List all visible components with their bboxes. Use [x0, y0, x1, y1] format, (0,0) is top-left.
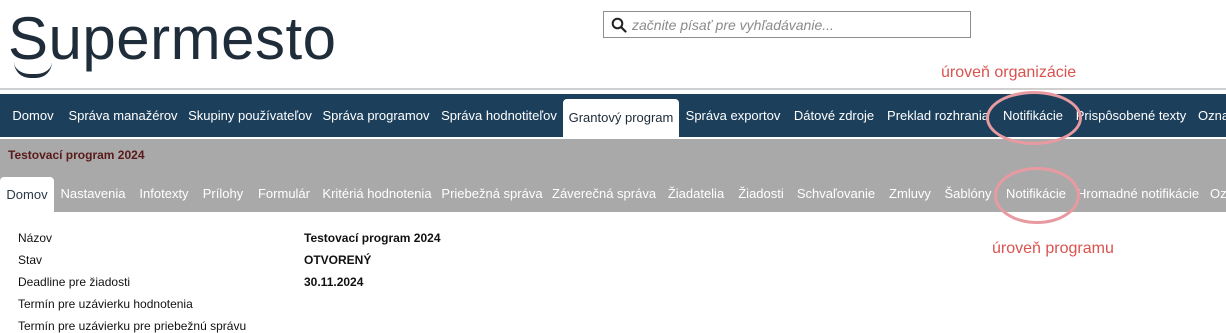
main-nav-item-domov[interactable]: Domov: [4, 94, 62, 137]
detail-value: OTVORENÝ: [304, 253, 372, 267]
main-nav-item-preklad-rozhrania[interactable]: Preklad rozhrania: [885, 94, 991, 137]
sub-nav-item-ziadosti[interactable]: Žiadosti: [735, 172, 787, 212]
annotation-program-level: úroveň programu: [992, 240, 1114, 257]
detail-label: Termín pre uzávierku hodnotenia: [18, 297, 193, 311]
logo[interactable]: Supermesto: [8, 6, 337, 72]
search-input[interactable]: [632, 14, 962, 35]
header-divider: [0, 88, 1226, 90]
sub-nav-item-sablony[interactable]: Šablóny: [942, 172, 994, 212]
highlight-ellipse-organization: [986, 91, 1082, 145]
sub-nav-item-formular[interactable]: Formulár: [255, 172, 313, 212]
detail-label: Stav: [18, 253, 43, 267]
sub-nav-item-nastavenia[interactable]: Nastavenia: [59, 172, 127, 212]
search-box[interactable]: [603, 11, 971, 38]
sub-nav-item-priebezna-sprava[interactable]: Priebežná správa: [440, 172, 544, 212]
search-icon: [611, 17, 627, 33]
detail-label: Názov: [18, 231, 53, 245]
sub-nav-item-oz[interactable]: Oz: [1210, 172, 1226, 212]
sub-nav-item-zaverecna-sprava[interactable]: Záverečná správa: [552, 172, 656, 212]
sub-nav-item-domov[interactable]: Domov: [0, 177, 54, 212]
main-nav-item-grantovy-program[interactable]: Grantový program: [563, 99, 679, 137]
main-nav-item-sprava-hodnotitelov[interactable]: Správa hodnotiteľov: [439, 94, 559, 137]
detail-value: Testovací program 2024: [304, 231, 441, 245]
annotation-organization-level: úroveň organizácie: [941, 64, 1077, 81]
highlight-ellipse-program: [994, 167, 1080, 224]
main-nav-item-sprava-programov[interactable]: Správa programov: [320, 94, 432, 137]
main-nav-item-datove-zdroje[interactable]: Dátové zdroje: [791, 94, 877, 137]
sub-nav-item-infotexty[interactable]: Infotexty: [136, 172, 192, 212]
main-nav-item-prisposobene-texty[interactable]: Prispôsobené texty: [1075, 94, 1187, 137]
main-nav-item-sprava-manazerov[interactable]: Správa manažérov: [65, 94, 181, 137]
detail-label: Termín pre uzávierku pre priebežnú správ…: [18, 319, 247, 333]
main-nav-item-ozna[interactable]: Ozna: [1198, 94, 1226, 137]
detail-label: Deadline pre žiadosti: [18, 275, 131, 289]
sub-nav-item-hromadne-notifikacie[interactable]: Hromadné notifikácie: [1077, 172, 1199, 212]
main-nav-item-skupiny-pouzivatelov[interactable]: Skupiny používateľov: [186, 94, 314, 137]
detail-value: 30.11.2024: [304, 275, 364, 289]
program-title: Testovací program 2024: [8, 148, 145, 162]
sub-nav-item-ziadatelia[interactable]: Žiadatelia: [665, 172, 727, 212]
sub-nav-item-prilohy[interactable]: Prílohy: [201, 172, 245, 212]
sub-nav-item-schvalovanie[interactable]: Schvaľovanie: [795, 172, 877, 212]
sub-nav-item-kriteria-hodnotenia[interactable]: Kritériá hodnotenia: [322, 172, 432, 212]
sub-nav-item-zmluvy[interactable]: Zmluvy: [885, 172, 935, 212]
logo-swoosh: [14, 62, 52, 78]
main-nav-item-sprava-exportov[interactable]: Správa exportov: [684, 94, 782, 137]
